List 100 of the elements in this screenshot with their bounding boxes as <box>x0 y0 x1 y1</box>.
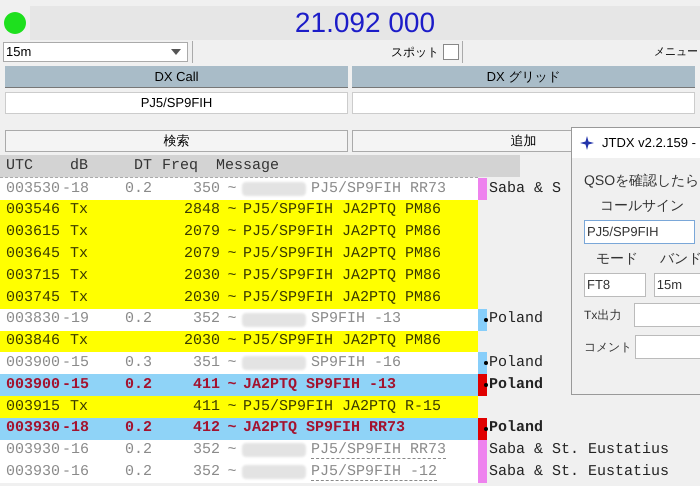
message-cell-text: PJ5/SP9FIH JA2PTQ PM86 <box>243 222 442 242</box>
utc-cell-text: 003546 <box>6 200 62 220</box>
separator-mark: ~ <box>226 440 238 460</box>
message-cell-text: PJ5/SP9FIH JA2PTQ PM86 <box>243 288 442 308</box>
dx-grid-header: DX グリッド <box>352 66 695 88</box>
column-header[interactable]: Freq <box>162 154 202 178</box>
separator-mark: ~ <box>226 244 238 264</box>
column-header[interactable]: dB <box>62 154 88 178</box>
db-cell-text: -15 <box>62 374 88 395</box>
country-cell-text: Saba & St. Eustatius <box>489 462 670 482</box>
db-cell-text: Tx <box>68 200 88 220</box>
freq-cell-text: 350 <box>192 178 220 199</box>
table-row[interactable]: 003645 Tx 2079 ~ PJ5/SP9FIH JA2PTQ PM86 <box>0 243 478 266</box>
dt-cell-text: 0.2 <box>124 418 152 438</box>
utc-cell-text: 003530 <box>6 178 62 199</box>
freq-cell-text: 352 <box>192 309 220 330</box>
message-cell-text: JA2PTQ SP9FIH RR73 <box>243 418 406 438</box>
table-row[interactable]: 003900-15 0.2 411 ~ JA2PTQ SP9FIH -13 <box>0 374 478 396</box>
separator-mark: ~ <box>226 396 238 417</box>
db-cell-text: Tx <box>68 331 88 352</box>
blurred-callsign <box>242 182 306 196</box>
tx-power-label: Tx出力 <box>584 307 622 324</box>
dt-cell-text: 0.2 <box>124 462 152 482</box>
table-row[interactable]: 003846 Tx 2030 ~ PJ5/SP9FIH JA2PTQ PM86 <box>0 330 478 352</box>
db-cell-text: Tx <box>68 244 88 264</box>
table-row[interactable]: 003930-18 0.2 412 ~ JA2PTQ SP9FIH RR73 <box>0 418 478 440</box>
freq-cell-text: 411 <box>192 396 220 417</box>
db-cell-text: -15 <box>62 353 88 374</box>
table-row[interactable]: 003745 Tx 2030 ~ PJ5/SP9FIH JA2PTQ PM86 <box>0 286 478 309</box>
band-label: バンド <box>660 249 700 268</box>
dx-call-header: DX Call <box>5 66 348 88</box>
separator-mark: ~ <box>226 222 238 242</box>
freq-cell-text: 351 <box>192 353 220 374</box>
dt-cell-text: 0.3 <box>124 353 152 374</box>
utc-cell-text: 003846 <box>6 331 62 352</box>
dialog-title: JTDX v2.2.159 - <box>602 134 696 152</box>
utc-cell-text: 003615 <box>6 222 62 242</box>
message-cell: PJ5/SP9FIH RR73 <box>311 442 446 459</box>
db-cell-text: -16 <box>62 440 88 460</box>
separator-mark: ~ <box>226 331 238 352</box>
caret-icon <box>171 49 181 55</box>
comment-field[interactable] <box>635 335 700 359</box>
table-row[interactable]: 003546 Tx 2848 ~ PJ5/SP9FIH JA2PTQ PM86 <box>0 200 478 222</box>
freq-cell-text: 2030 <box>182 288 220 308</box>
message-cell-text: PJ5/SP9FIH JA2PTQ R-15 <box>243 396 442 417</box>
menu-label[interactable]: メニュー <box>654 44 698 60</box>
separator-mark: ~ <box>226 200 238 220</box>
country-cell-text: Poland <box>489 353 544 374</box>
freq-cell-text: 412 <box>192 418 220 438</box>
freq-cell-text: 2079 <box>182 222 220 242</box>
search-button[interactable]: 検索 <box>5 130 348 152</box>
blurred-callsign <box>242 443 306 458</box>
separator-mark: ~ <box>226 374 238 395</box>
utc-cell-text: 003930 <box>6 462 62 482</box>
column-header[interactable]: DT <box>116 154 152 178</box>
freq-cell-text: 352 <box>192 440 220 460</box>
dt-cell-text: 0.2 <box>124 374 152 395</box>
utc-cell-text: 003900 <box>6 353 62 374</box>
message-cell-text: PJ5/SP9FIH RR73 <box>311 178 446 199</box>
db-cell-text: -18 <box>62 418 88 438</box>
message-cell-text: PJ5/SP9FIH JA2PTQ PM86 <box>243 244 442 264</box>
message-cell-text: PJ5/SP9FIH JA2PTQ PM86 <box>243 200 442 220</box>
spot-label: スポット <box>391 44 439 61</box>
mode-field[interactable]: FT8 <box>584 273 646 297</box>
dx-call-field[interactable]: PJ5/SP9FIH <box>5 92 348 114</box>
utc-cell-text: 003930 <box>6 418 62 438</box>
band-field[interactable]: 15m <box>654 273 700 297</box>
frequency-display: 21.092 000 <box>30 6 700 40</box>
separator-mark: ~ <box>226 309 238 330</box>
message-cell-text: SP9FIH -16 <box>311 353 402 374</box>
blurred-callsign <box>242 356 306 370</box>
column-header[interactable]: UTC <box>6 154 62 178</box>
callsign-field[interactable]: PJ5/SP9FIH <box>584 220 695 244</box>
callsign-label: コールサイン <box>600 196 685 215</box>
freq-cell-text: 2848 <box>182 200 220 220</box>
separator-mark: ~ <box>226 353 238 374</box>
mode-label: モード <box>596 249 638 268</box>
separator-mark: ~ <box>226 418 238 438</box>
band-dropdown[interactable]: 15m <box>3 42 188 62</box>
utc-cell-text: 003900 <box>6 374 62 395</box>
table-row[interactable]: 003715 Tx 2030 ~ PJ5/SP9FIH JA2PTQ PM86 <box>0 265 478 287</box>
message-cell: PJ5/SP9FIH -12 <box>311 464 438 481</box>
freq-cell-text: 2030 <box>182 331 220 352</box>
message-cell-text: JA2PTQ SP9FIH -13 <box>243 374 396 395</box>
utc-cell-text: 003745 <box>6 288 62 308</box>
table-row[interactable]: 003615 Tx 2079 ~ PJ5/SP9FIH JA2PTQ PM86 <box>0 222 478 244</box>
country-cell-text: Poland <box>489 374 544 395</box>
table-row[interactable]: 003915 Tx 411 ~ PJ5/SP9FIH JA2PTQ R-15 <box>0 396 478 418</box>
freq-cell-text: 352 <box>192 462 220 482</box>
tx-power-field[interactable] <box>634 303 700 327</box>
dt-cell-text: 0.2 <box>124 440 152 460</box>
blurred-callsign <box>242 312 306 327</box>
comment-label: コメント <box>584 339 633 356</box>
utc-cell-text: 003645 <box>6 244 62 264</box>
spot-checkbox[interactable] <box>443 44 459 60</box>
country-cell-text: Poland <box>489 418 544 438</box>
message-cell-text: PJ5/SP9FIH JA2PTQ PM86 <box>243 331 442 352</box>
utc-cell-text: 003830 <box>6 309 62 330</box>
column-header[interactable]: Message <box>216 154 280 178</box>
dx-grid-field[interactable] <box>352 92 695 114</box>
